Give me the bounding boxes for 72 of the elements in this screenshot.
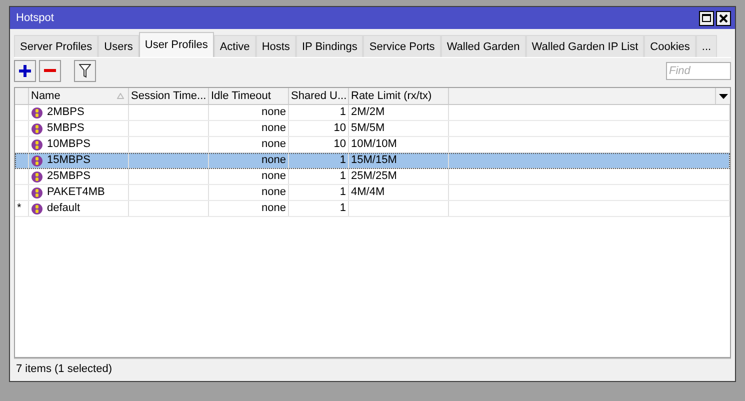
filter-button[interactable] xyxy=(74,60,96,82)
table-cell: default xyxy=(47,201,80,216)
user-profile-icon xyxy=(31,106,43,118)
table-cell: 25MBPS xyxy=(47,169,90,184)
user-profile-icon xyxy=(31,122,43,134)
table-row[interactable]: 15MBPS none 1 15M/15M xyxy=(15,153,730,169)
table-cell: 1 xyxy=(340,169,346,184)
table-cell: none xyxy=(262,121,286,136)
column-header[interactable]: Name xyxy=(29,88,129,104)
tab[interactable]: Server Profiles xyxy=(14,35,98,57)
table-cell: none xyxy=(262,105,286,120)
column-header[interactable]: Shared U... xyxy=(289,88,349,104)
window-title: Hotspot xyxy=(16,12,55,24)
tab[interactable]: Cookies xyxy=(644,35,696,57)
tab[interactable]: ... xyxy=(696,35,718,57)
maximize-button[interactable] xyxy=(699,10,714,26)
table-cell: 5MBPS xyxy=(47,121,84,136)
search-field[interactable]: Find xyxy=(666,62,731,80)
table-cell: none xyxy=(262,185,286,200)
table-cell: none xyxy=(262,153,286,168)
column-header[interactable]: Rate Limit (rx/tx) xyxy=(349,88,449,104)
close-icon xyxy=(719,14,728,22)
add-button[interactable] xyxy=(14,60,36,82)
user-profile-icon xyxy=(31,154,43,166)
table-cell: none xyxy=(262,169,286,184)
status-text: 7 items (1 selected) xyxy=(16,362,112,374)
tab[interactable]: Walled Garden IP List xyxy=(526,35,644,57)
table-cell: 2M/2M xyxy=(351,105,385,120)
table-cell: 1 xyxy=(340,201,346,216)
plus-icon xyxy=(19,65,31,77)
column-header[interactable]: Session Time... xyxy=(129,88,209,104)
table-row[interactable]: PAKET4MB none 1 4M/4M xyxy=(15,185,730,201)
user-profile-icon xyxy=(31,170,43,182)
table-cell: 10MBPS xyxy=(47,137,90,152)
maximize-icon xyxy=(702,14,711,22)
table-cell: none xyxy=(262,201,286,216)
table-cell: 10M/10M xyxy=(351,137,397,152)
user-profile-icon xyxy=(31,138,43,150)
caret-icon xyxy=(718,94,728,98)
default-marker: * xyxy=(17,201,22,216)
tab[interactable]: Users xyxy=(98,35,139,57)
table-row[interactable]: 25MBPS none 1 25M/25M xyxy=(15,169,730,185)
table-cell: 5M/5M xyxy=(351,121,385,136)
tab[interactable]: Hosts xyxy=(256,35,296,57)
table-cell: 1 xyxy=(340,185,346,200)
table-cell: 1 xyxy=(340,105,346,120)
table-row[interactable]: 2MBPS none 1 2M/2M xyxy=(15,105,730,121)
tab[interactable]: Active xyxy=(214,35,256,57)
table-cell: 4M/4M xyxy=(351,185,385,200)
table-cell: 15MBPS xyxy=(47,153,90,168)
table-cell: 2MBPS xyxy=(47,105,84,120)
tab[interactable]: User Profiles xyxy=(138,32,214,57)
sort-icon xyxy=(117,93,124,99)
minus-icon xyxy=(44,69,56,73)
table-row[interactable]: 5MBPS none 10 5M/5M xyxy=(15,121,730,137)
tab[interactable]: Walled Garden xyxy=(440,35,526,57)
table-cell: 25M/25M xyxy=(351,169,397,184)
table-cell: 10 xyxy=(334,121,346,136)
filter-icon xyxy=(79,64,91,78)
tab[interactable]: Service Ports xyxy=(363,35,441,57)
user-profile-icon xyxy=(31,186,43,198)
table-cell: PAKET4MB xyxy=(47,185,105,200)
table-row[interactable]: * default none 1 xyxy=(15,201,730,217)
table-cell: 15M/15M xyxy=(351,153,397,168)
close-button[interactable] xyxy=(716,10,731,26)
remove-button[interactable] xyxy=(39,60,61,82)
table-cell: none xyxy=(262,137,286,152)
table-cell: 1 xyxy=(340,153,346,168)
user-profile-icon xyxy=(31,202,43,214)
tab[interactable]: IP Bindings xyxy=(296,35,364,57)
table-cell: 10 xyxy=(334,137,346,152)
column-header[interactable]: Idle Timeout xyxy=(209,88,289,104)
